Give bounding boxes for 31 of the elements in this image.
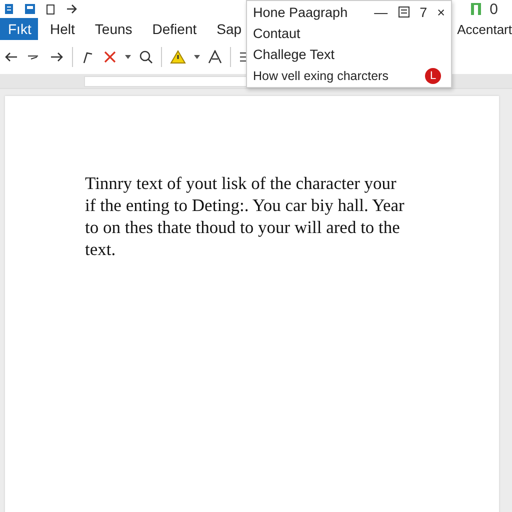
popup-item[interactable]: Contaut bbox=[253, 26, 300, 41]
popup-title: Hone Paagraph bbox=[253, 4, 348, 20]
minimize-button[interactable]: — bbox=[374, 4, 388, 20]
caret-icon[interactable] bbox=[194, 54, 200, 60]
count-label: 7 bbox=[420, 4, 428, 20]
menu-tab[interactable]: Helt bbox=[42, 18, 83, 40]
title-number: 0 bbox=[490, 0, 498, 18]
warning-icon[interactable] bbox=[170, 50, 186, 64]
pen-icon[interactable] bbox=[81, 50, 95, 64]
popup-item[interactable]: How vell exing charcters bbox=[253, 68, 388, 82]
redo-icon[interactable] bbox=[50, 50, 64, 64]
popup-item[interactable]: Challege Text bbox=[253, 47, 335, 62]
clipboard-icon[interactable] bbox=[46, 3, 56, 15]
undo-icon[interactable] bbox=[4, 50, 18, 64]
caret-icon[interactable] bbox=[125, 54, 131, 60]
cross-icon[interactable] bbox=[103, 50, 117, 64]
close-button[interactable]: × bbox=[437, 4, 445, 20]
arrow-right-icon[interactable] bbox=[66, 3, 78, 15]
menu-tab[interactable]: Accentart bbox=[457, 22, 512, 36]
font-icon[interactable] bbox=[208, 50, 222, 64]
menu-tab[interactable]: Defient bbox=[144, 18, 205, 40]
book-icon[interactable] bbox=[470, 2, 482, 16]
search-icon[interactable] bbox=[139, 50, 153, 64]
document-icon[interactable] bbox=[4, 3, 14, 15]
panel-icon[interactable] bbox=[398, 6, 410, 18]
paragraph: Tinnry text of yout lisk of the character your if the enting to Deting:. You car biy hall. Year to on thes thate thoud to your will ared to the text. bbox=[85, 172, 406, 260]
menu-tab[interactable]: Sap bbox=[208, 18, 250, 40]
menu-tab[interactable]: Teuns bbox=[86, 18, 140, 40]
save-icon[interactable] bbox=[24, 3, 36, 15]
menu-tab[interactable]: Fıkt bbox=[0, 18, 38, 40]
notification-badge: L bbox=[425, 68, 441, 84]
